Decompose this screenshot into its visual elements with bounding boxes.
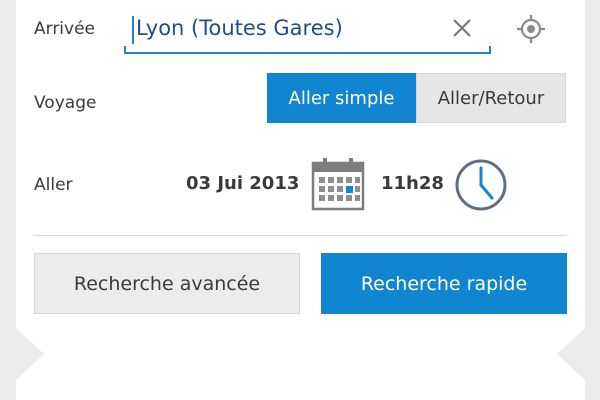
trip-option-one-way[interactable]: Aller simple bbox=[267, 73, 416, 123]
outbound-date[interactable]: 03 Jui 2013 bbox=[186, 173, 299, 194]
quick-search-label: Recherche rapide bbox=[360, 272, 528, 295]
right-edge bbox=[585, 0, 600, 400]
close-icon[interactable] bbox=[450, 16, 474, 40]
trip-option-round-trip-label: Aller/Retour bbox=[437, 87, 545, 109]
advanced-search-label: Recherche avancée bbox=[73, 272, 261, 295]
clock-icon[interactable] bbox=[454, 158, 508, 212]
search-form-card: Arrivée Lyon (Toutes Gares) Voyage Aller… bbox=[0, 0, 585, 400]
card-notch-right bbox=[557, 328, 585, 380]
outbound-time[interactable]: 11h28 bbox=[381, 173, 444, 194]
arrival-input[interactable]: Lyon (Toutes Gares) bbox=[124, 8, 491, 54]
text-caret bbox=[132, 16, 134, 44]
trip-type-label: Voyage bbox=[34, 93, 97, 113]
trip-option-round-trip[interactable]: Aller/Retour bbox=[416, 73, 566, 123]
trip-option-one-way-label: Aller simple bbox=[288, 87, 395, 109]
left-edge bbox=[0, 0, 16, 400]
arrival-label: Arrivée bbox=[34, 19, 96, 39]
card-notch-left bbox=[16, 328, 44, 380]
advanced-search-button[interactable]: Recherche avancée bbox=[34, 253, 300, 314]
outbound-label: Aller bbox=[34, 175, 73, 195]
arrival-value: Lyon (Toutes Gares) bbox=[136, 16, 343, 40]
locate-icon[interactable] bbox=[515, 13, 547, 45]
calendar-icon[interactable] bbox=[311, 157, 365, 211]
section-divider bbox=[33, 235, 567, 236]
quick-search-button[interactable]: Recherche rapide bbox=[321, 253, 567, 314]
